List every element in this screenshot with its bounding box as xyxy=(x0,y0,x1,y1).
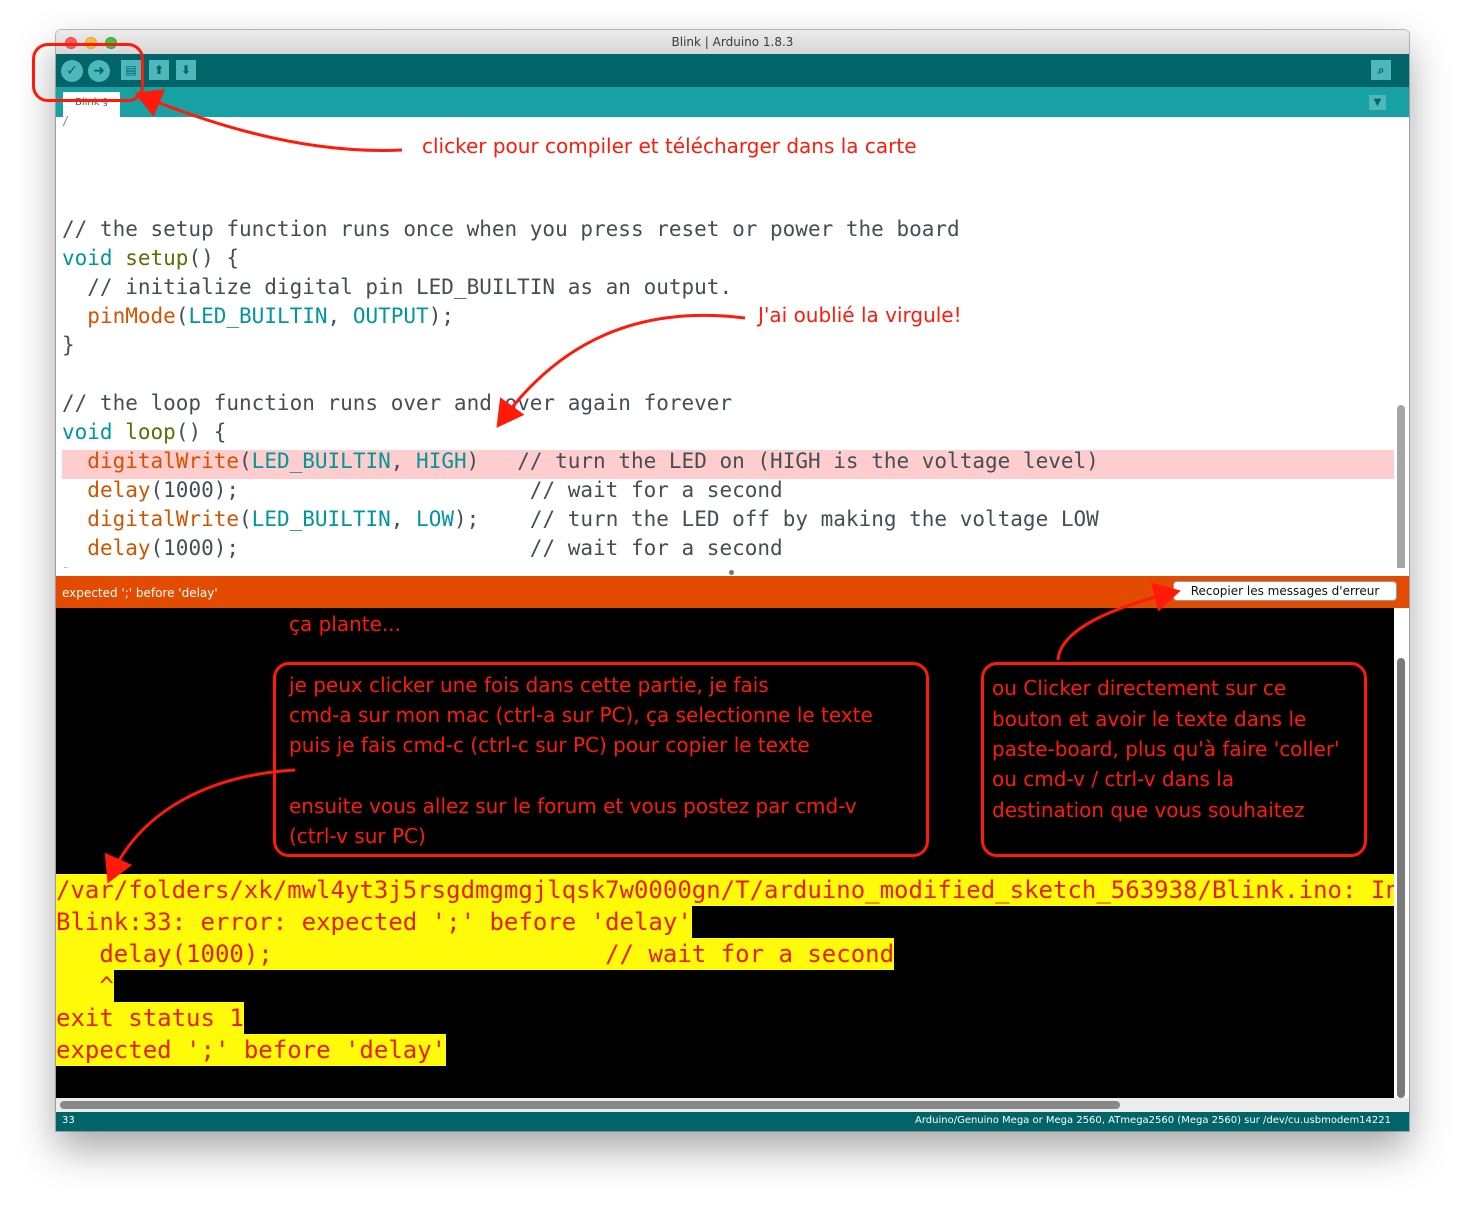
arrow-to-missing-comma xyxy=(496,313,746,428)
arrow-to-copy-button xyxy=(1056,582,1181,661)
arrow-to-toolbar xyxy=(134,89,403,152)
annotation-arrows xyxy=(104,89,1181,884)
arrow-to-console-text xyxy=(104,768,296,884)
